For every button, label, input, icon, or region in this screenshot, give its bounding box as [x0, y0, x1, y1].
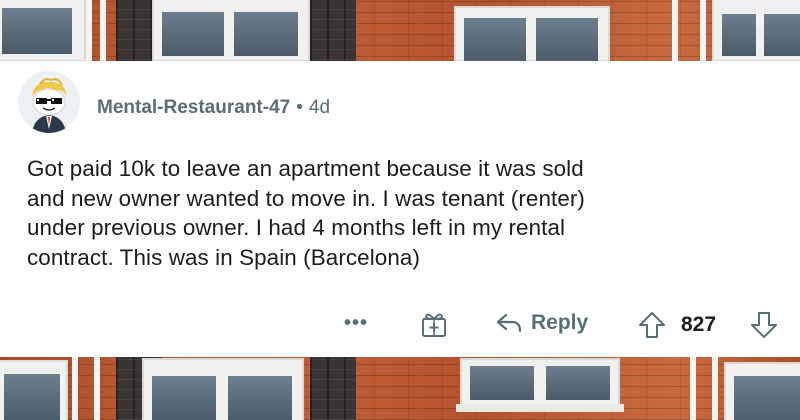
comment-line: contract. This was in Spain (Barcelona): [27, 244, 421, 270]
comment-line: and new owner wanted to move in. I was t…: [27, 185, 585, 211]
comment-line: Got paid 10k to leave an apartment becau…: [27, 156, 584, 181]
comment-card: Mental-Restaurant-47 • 4d Got paid 10k to …: [0, 61, 800, 357]
window: [460, 358, 620, 408]
more-options-icon: •••: [344, 312, 369, 334]
window: [724, 362, 800, 420]
reply-label: Reply: [531, 311, 589, 334]
vote-score: 827: [681, 313, 717, 336]
award-icon: [422, 313, 446, 337]
snoo-avatar-icon: [18, 71, 80, 133]
window: [0, 0, 86, 62]
window: [454, 6, 610, 64]
window: [0, 360, 68, 420]
downvote-button[interactable]: [749, 310, 779, 340]
window: [152, 0, 310, 62]
upvote-arrow-icon: [639, 312, 665, 338]
username-link[interactable]: Mental-Restaurant-47: [97, 97, 290, 118]
more-options-button[interactable]: •••: [344, 312, 368, 335]
upvote-button[interactable]: [637, 310, 667, 340]
meta-separator: •: [296, 97, 303, 118]
comment-line: under previous owner. I had 4 months lef…: [27, 215, 566, 240]
user-avatar[interactable]: [18, 71, 80, 133]
comment-age: 4d: [308, 97, 331, 118]
window: [142, 358, 304, 420]
reply-button[interactable]: Reply: [495, 311, 588, 335]
downvote-arrow-icon: [751, 312, 777, 338]
reply-arrow-icon: [496, 313, 522, 333]
award-button[interactable]: [419, 310, 449, 340]
window: [712, 0, 800, 62]
comment-meta: Mental-Restaurant-47 • 4d: [97, 97, 330, 119]
comment-body: Got paid 10k to leave an apartment becau…: [27, 154, 787, 272]
comment-action-bar: ••• Reply 827: [0, 306, 800, 346]
